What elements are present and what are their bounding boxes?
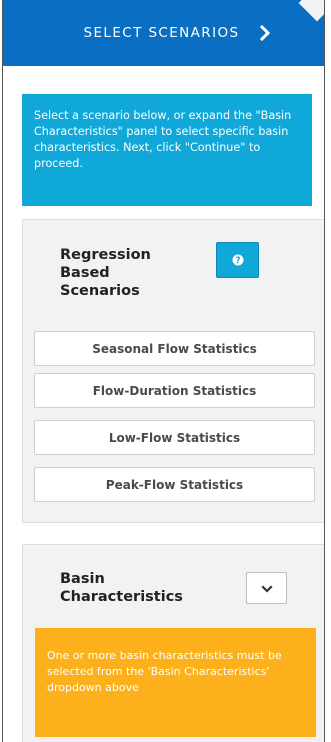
scenario-button-label: Flow-Duration Statistics	[92, 383, 257, 398]
peak-flow-statistics-button[interactable]: Peak-Flow Statistics	[34, 467, 315, 502]
warning-box: One or more basin characteristics must b…	[35, 628, 316, 737]
header-title: SELECT SCENARIOS	[83, 25, 240, 41]
chevron-right-icon[interactable]	[257, 24, 273, 42]
svg-text:?: ?	[235, 256, 240, 266]
instructions-text: Select a scenario below, or expand the "…	[34, 109, 292, 170]
page-fold-corner	[298, 0, 324, 22]
regression-panel-title: Regression Based Scenarios	[60, 247, 151, 299]
regression-scenarios-panel: Regression Based Scenarios ? Seasonal Fl…	[22, 219, 324, 523]
seasonal-flow-statistics-button[interactable]: Seasonal Flow Statistics	[34, 331, 315, 366]
basin-panel-title: Basin Characteristics	[60, 571, 183, 605]
low-flow-statistics-button[interactable]: Low-Flow Statistics	[34, 420, 315, 455]
basin-characteristics-panel: Basin Characteristics One or more basin …	[22, 544, 324, 742]
scenario-button-label: Peak-Flow Statistics	[105, 477, 244, 492]
help-button[interactable]: ?	[216, 242, 259, 278]
instructions-box: Select a scenario below, or expand the "…	[22, 94, 312, 206]
chevron-down-icon	[260, 579, 273, 598]
select-scenarios-header[interactable]: SELECT SCENARIOS	[3, 0, 324, 66]
sidebar-frame: SELECT SCENARIOS Select a scenario below…	[2, 0, 325, 742]
scenario-button-label: Seasonal Flow Statistics	[92, 341, 257, 356]
question-circle-icon: ?	[232, 251, 244, 270]
flow-duration-statistics-button[interactable]: Flow-Duration Statistics	[34, 373, 315, 408]
warning-text: One or more basin characteristics must b…	[47, 649, 282, 694]
basin-characteristics-dropdown-button[interactable]	[246, 572, 287, 604]
scenario-button-label: Low-Flow Statistics	[108, 430, 241, 445]
